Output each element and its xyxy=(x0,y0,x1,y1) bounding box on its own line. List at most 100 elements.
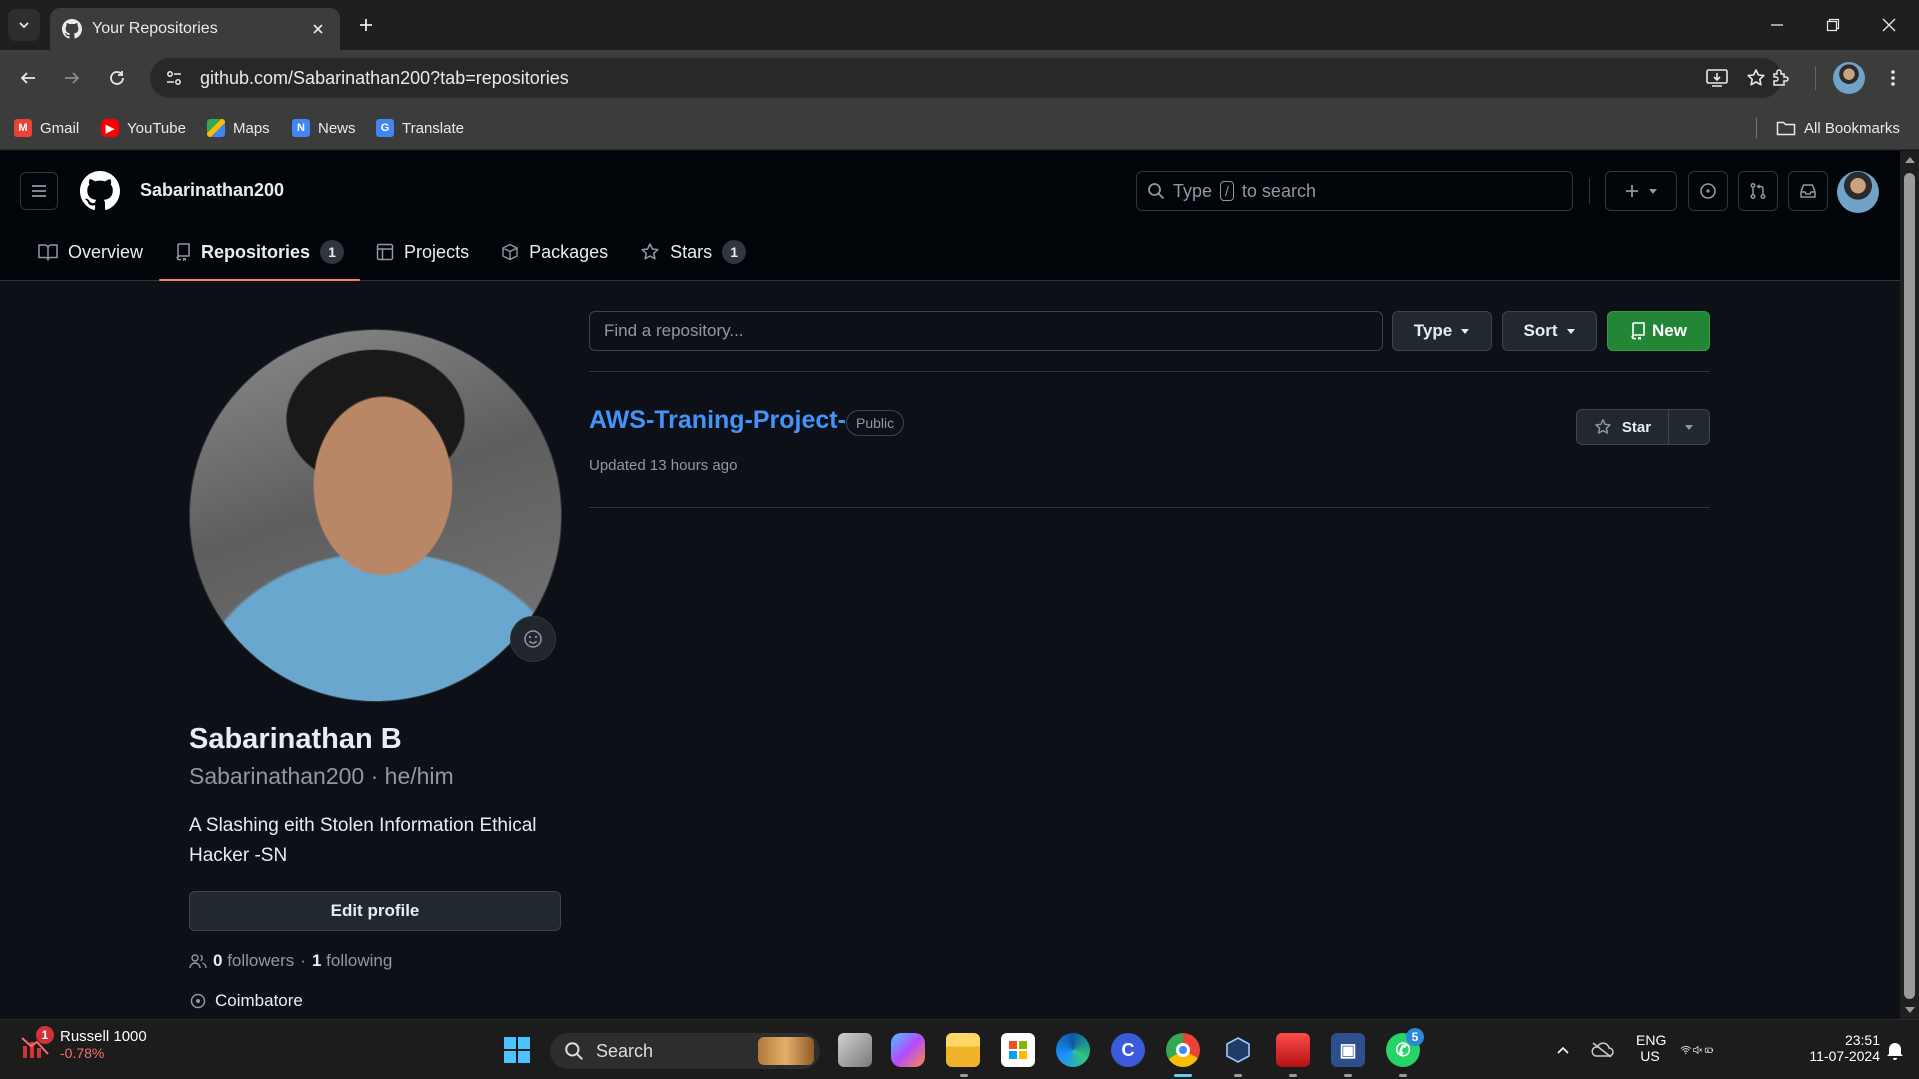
tab-stars[interactable]: Stars 1 xyxy=(624,231,762,273)
widget-change: -0.78% xyxy=(60,1045,105,1061)
find-repository-input[interactable]: Find a repository... xyxy=(589,311,1383,351)
bookmark-youtube[interactable]: ▶ YouTube xyxy=(101,116,186,140)
new-repository-button[interactable]: New xyxy=(1607,311,1710,351)
taskbar-search[interactable]: Search xyxy=(550,1033,820,1069)
bookmark-translate[interactable]: G Translate xyxy=(376,116,464,140)
tab-label: Packages xyxy=(529,241,609,262)
issues-button[interactable] xyxy=(1688,171,1728,211)
table-icon xyxy=(376,243,394,261)
browser-menu-button[interactable] xyxy=(1877,62,1909,94)
browser-toolbar: github.com/Sabarinathan200?tab=repositor… xyxy=(0,50,1919,106)
close-window-button[interactable] xyxy=(1866,6,1912,44)
youtube-icon: ▶ xyxy=(101,119,119,137)
gmail-icon: M xyxy=(14,119,32,137)
global-menu-button[interactable] xyxy=(20,172,58,210)
sort-button[interactable]: Sort xyxy=(1502,311,1597,351)
pull-requests-button[interactable] xyxy=(1738,171,1778,211)
stocks-widget[interactable]: 1 Russell 1000 -0.78% xyxy=(20,1026,147,1061)
notifications-button[interactable] xyxy=(1880,1033,1910,1067)
new-tab-button[interactable] xyxy=(352,11,380,39)
scrollbar-thumb[interactable] xyxy=(1904,173,1915,999)
virtualbox-icon[interactable] xyxy=(1221,1033,1255,1067)
profile-avatar[interactable] xyxy=(189,329,562,702)
language-code: ENG xyxy=(1636,1032,1667,1048)
address-bar[interactable]: github.com/Sabarinathan200?tab=repositor… xyxy=(150,58,1782,98)
issue-opened-icon xyxy=(1700,183,1716,199)
inbox-button[interactable] xyxy=(1788,171,1828,211)
bookmark-news[interactable]: N News xyxy=(292,116,356,140)
tab-projects[interactable]: Projects xyxy=(360,231,485,273)
caret-down-icon xyxy=(1461,329,1470,334)
copilot-icon[interactable] xyxy=(891,1033,925,1067)
back-button[interactable] xyxy=(12,62,44,94)
github-search-input[interactable]: Type / to search xyxy=(1136,171,1573,211)
active-app-indicator xyxy=(1174,1074,1192,1077)
clock[interactable]: 23:51 11-07-2024 xyxy=(1780,1032,1880,1064)
minimize-button[interactable] xyxy=(1754,6,1800,44)
create-new-button[interactable] xyxy=(1605,171,1677,211)
tab-overview[interactable]: Overview xyxy=(22,231,159,273)
context-username-link[interactable]: Sabarinathan200 xyxy=(140,180,284,201)
repository-name-link[interactable]: AWS-Traning-Project- xyxy=(589,406,846,435)
tab-packages[interactable]: Packages xyxy=(485,231,624,273)
microsoft-store-icon[interactable] xyxy=(1001,1033,1035,1067)
bookmark-maps[interactable]: Maps xyxy=(207,116,270,140)
restore-button[interactable] xyxy=(1810,6,1856,44)
maps-icon xyxy=(207,119,225,137)
set-status-button[interactable] xyxy=(510,616,556,662)
profile-login: Sabarinathan200 xyxy=(189,763,365,789)
task-view-icon[interactable] xyxy=(838,1033,872,1067)
star-button[interactable]: Star xyxy=(1577,410,1669,444)
remote-desktop-icon[interactable]: ▣ xyxy=(1331,1033,1365,1067)
location-text: Coimbatore xyxy=(215,991,303,1010)
all-bookmarks-label: All Bookmarks xyxy=(1804,119,1900,137)
following-label: following xyxy=(326,951,393,970)
star-lists-dropdown[interactable] xyxy=(1669,410,1709,444)
caret-down-icon xyxy=(1649,189,1657,194)
show-hidden-icons-button[interactable] xyxy=(1546,1033,1580,1067)
tab-close-button[interactable] xyxy=(308,19,328,39)
repository-updated-text: Updated 13 hours ago xyxy=(589,457,738,474)
scroll-up-arrow-icon[interactable] xyxy=(1905,157,1915,163)
reload-icon xyxy=(110,71,124,85)
tab-search-button[interactable] xyxy=(8,9,40,41)
start-button[interactable] xyxy=(500,1033,534,1067)
bookmark-star-icon[interactable] xyxy=(1746,68,1766,88)
site-info-icon[interactable] xyxy=(154,58,194,98)
region-code: US xyxy=(1640,1048,1660,1064)
tab-repositories[interactable]: Repositories 1 xyxy=(159,231,361,281)
list-divider xyxy=(589,371,1710,372)
clock-date: 11-07-2024 xyxy=(1809,1048,1880,1064)
browser-tab[interactable]: Your Repositories xyxy=(50,8,340,50)
running-indicator xyxy=(1234,1074,1242,1077)
quick-settings-button[interactable] xyxy=(1680,1033,1714,1067)
page-scrollbar[interactable] xyxy=(1900,151,1919,1019)
red-app-icon[interactable] xyxy=(1276,1033,1310,1067)
following-link[interactable]: 1 following xyxy=(312,951,392,971)
cortana-app-icon[interactable]: C xyxy=(1111,1033,1145,1067)
install-app-icon[interactable] xyxy=(1706,68,1728,88)
star-label: Star xyxy=(1621,418,1652,436)
edit-profile-button[interactable]: Edit profile xyxy=(189,891,561,931)
profile-tab-nav: Overview Repositories 1 Projects Package… xyxy=(22,231,762,281)
user-avatar-button[interactable] xyxy=(1837,171,1879,213)
onedrive-icon[interactable] xyxy=(1585,1033,1619,1067)
chrome-browser-icon[interactable] xyxy=(1166,1033,1200,1067)
bookmark-gmail[interactable]: M Gmail xyxy=(14,116,79,140)
extensions-button[interactable] xyxy=(1764,62,1796,94)
url-text[interactable]: github.com/Sabarinathan200?tab=repositor… xyxy=(200,68,1706,89)
scroll-down-arrow-icon[interactable] xyxy=(1905,1007,1915,1013)
toolbar-divider xyxy=(1815,66,1816,90)
star-icon xyxy=(1595,419,1611,434)
forward-button[interactable] xyxy=(56,62,88,94)
reload-button[interactable] xyxy=(101,62,133,94)
type-filter-button[interactable]: Type xyxy=(1392,311,1492,351)
language-indicator[interactable]: ENG US xyxy=(1636,1032,1667,1064)
profile-avatar-button[interactable] xyxy=(1833,62,1865,94)
all-bookmarks-button[interactable]: All Bookmarks xyxy=(1776,116,1900,140)
edge-browser-icon[interactable] xyxy=(1056,1033,1090,1067)
followers-link[interactable]: 0 followers xyxy=(213,951,294,971)
bookmarks-bar: M Gmail ▶ YouTube Maps N News G Translat… xyxy=(0,106,1919,150)
file-explorer-icon[interactable] xyxy=(946,1033,980,1067)
github-logo-icon[interactable] xyxy=(80,171,120,211)
